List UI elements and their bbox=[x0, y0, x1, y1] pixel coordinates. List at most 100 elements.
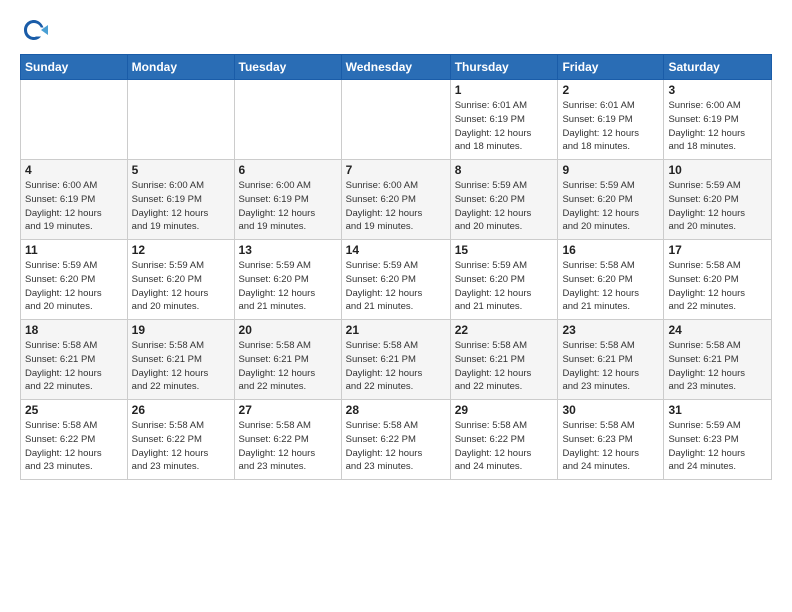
day-info: Sunrise: 5:58 AM Sunset: 6:22 PM Dayligh… bbox=[346, 419, 446, 474]
calendar-day-header: Friday bbox=[558, 55, 664, 80]
day-number: 28 bbox=[346, 403, 446, 417]
header bbox=[20, 16, 772, 44]
day-info: Sunrise: 5:58 AM Sunset: 6:21 PM Dayligh… bbox=[668, 339, 767, 394]
day-info: Sunrise: 5:59 AM Sunset: 6:20 PM Dayligh… bbox=[346, 259, 446, 314]
calendar-day-header: Saturday bbox=[664, 55, 772, 80]
day-number: 26 bbox=[132, 403, 230, 417]
day-info: Sunrise: 6:00 AM Sunset: 6:19 PM Dayligh… bbox=[25, 179, 123, 234]
day-info: Sunrise: 6:00 AM Sunset: 6:20 PM Dayligh… bbox=[346, 179, 446, 234]
calendar-table: SundayMondayTuesdayWednesdayThursdayFrid… bbox=[20, 54, 772, 480]
calendar-day-cell bbox=[234, 80, 341, 160]
day-info: Sunrise: 5:58 AM Sunset: 6:20 PM Dayligh… bbox=[562, 259, 659, 314]
day-number: 16 bbox=[562, 243, 659, 257]
calendar-day-cell: 14Sunrise: 5:59 AM Sunset: 6:20 PM Dayli… bbox=[341, 240, 450, 320]
calendar-day-cell: 23 Sunrise: 5:58 AM Sunset: 6:21 PM Dayli… bbox=[558, 320, 664, 400]
day-number: 20 bbox=[239, 323, 337, 337]
day-info: Sunrise: 5:58 AM Sunset: 6:22 PM Dayligh… bbox=[132, 419, 230, 474]
day-number: 3 bbox=[668, 83, 767, 97]
calendar-day-header: Tuesday bbox=[234, 55, 341, 80]
day-number: 30 bbox=[562, 403, 659, 417]
day-number: 13 bbox=[239, 243, 337, 257]
day-number: 9 bbox=[562, 163, 659, 177]
day-number: 17 bbox=[668, 243, 767, 257]
calendar-day-cell: 6 Sunrise: 6:00 AM Sunset: 6:19 PM Daylig… bbox=[234, 160, 341, 240]
day-number: 11 bbox=[25, 243, 123, 257]
day-number: 10 bbox=[668, 163, 767, 177]
calendar-day-cell: 1Sunrise: 6:01 AM Sunset: 6:19 PM Daylig… bbox=[450, 80, 558, 160]
day-number: 31 bbox=[668, 403, 767, 417]
calendar-day-cell: 28 Sunrise: 5:58 AM Sunset: 6:22 PM Dayli… bbox=[341, 400, 450, 480]
calendar-day-cell: 17 Sunrise: 5:58 AM Sunset: 6:20 PM Dayli… bbox=[664, 240, 772, 320]
day-info: Sunrise: 6:00 AM Sunset: 6:19 PM Dayligh… bbox=[239, 179, 337, 234]
day-number: 5 bbox=[132, 163, 230, 177]
day-number: 21 bbox=[346, 323, 446, 337]
calendar-week-row: 18 Sunrise: 5:58 AM Sunset: 6:21 PM Dayli… bbox=[21, 320, 772, 400]
calendar-day-cell: 3Sunrise: 6:00 AM Sunset: 6:19 PM Daylig… bbox=[664, 80, 772, 160]
calendar-day-cell: 7 Sunrise: 6:00 AM Sunset: 6:20 PM Daylig… bbox=[341, 160, 450, 240]
calendar-day-cell: 8 Sunrise: 5:59 AM Sunset: 6:20 PM Daylig… bbox=[450, 160, 558, 240]
day-number: 19 bbox=[132, 323, 230, 337]
calendar-day-cell bbox=[127, 80, 234, 160]
day-info: Sunrise: 5:59 AM Sunset: 6:23 PM Dayligh… bbox=[668, 419, 767, 474]
calendar-day-cell: 31 Sunrise: 5:59 AM Sunset: 6:23 PM Dayli… bbox=[664, 400, 772, 480]
day-number: 22 bbox=[455, 323, 554, 337]
calendar-day-cell: 21 Sunrise: 5:58 AM Sunset: 6:21 PM Dayli… bbox=[341, 320, 450, 400]
calendar-day-cell: 27 Sunrise: 5:58 AM Sunset: 6:22 PM Dayli… bbox=[234, 400, 341, 480]
calendar-week-row: 11 Sunrise: 5:59 AM Sunset: 6:20 PM Dayli… bbox=[21, 240, 772, 320]
calendar-day-cell: 2 Sunrise: 6:01 AM Sunset: 6:19 PM Daylig… bbox=[558, 80, 664, 160]
calendar-day-cell: 22 Sunrise: 5:58 AM Sunset: 6:21 PM Dayli… bbox=[450, 320, 558, 400]
calendar-day-cell: 19Sunrise: 5:58 AM Sunset: 6:21 PM Dayli… bbox=[127, 320, 234, 400]
day-number: 4 bbox=[25, 163, 123, 177]
day-number: 2 bbox=[562, 83, 659, 97]
day-info: Sunrise: 5:59 AM Sunset: 6:20 PM Dayligh… bbox=[455, 259, 554, 314]
day-number: 29 bbox=[455, 403, 554, 417]
calendar-day-cell: 12 Sunrise: 5:59 AM Sunset: 6:20 PM Dayli… bbox=[127, 240, 234, 320]
day-info: Sunrise: 5:58 AM Sunset: 6:21 PM Dayligh… bbox=[562, 339, 659, 394]
calendar-header-row: SundayMondayTuesdayWednesdayThursdayFrid… bbox=[21, 55, 772, 80]
logo-icon bbox=[20, 16, 48, 44]
calendar-day-cell: 4 Sunrise: 6:00 AM Sunset: 6:19 PM Daylig… bbox=[21, 160, 128, 240]
calendar-day-cell: 11Sunrise: 5:59 AM Sunset: 6:20 PM Dayli… bbox=[21, 240, 128, 320]
calendar-day-cell: 25 Sunrise: 5:58 AM Sunset: 6:22 PM Dayli… bbox=[21, 400, 128, 480]
day-info: Sunrise: 5:59 AM Sunset: 6:20 PM Dayligh… bbox=[668, 179, 767, 234]
day-number: 15 bbox=[455, 243, 554, 257]
calendar-day-cell: 18 Sunrise: 5:58 AM Sunset: 6:21 PM Dayli… bbox=[21, 320, 128, 400]
day-info: Sunrise: 5:58 AM Sunset: 6:22 PM Dayligh… bbox=[239, 419, 337, 474]
day-info: Sunrise: 5:58 AM Sunset: 6:21 PM Dayligh… bbox=[239, 339, 337, 394]
day-info: Sunrise: 5:58 AM Sunset: 6:23 PM Dayligh… bbox=[562, 419, 659, 474]
calendar-day-cell: 29Sunrise: 5:58 AM Sunset: 6:22 PM Dayli… bbox=[450, 400, 558, 480]
calendar-day-cell: 30 Sunrise: 5:58 AM Sunset: 6:23 PM Dayli… bbox=[558, 400, 664, 480]
day-number: 7 bbox=[346, 163, 446, 177]
calendar-day-cell: 26 Sunrise: 5:58 AM Sunset: 6:22 PM Dayli… bbox=[127, 400, 234, 480]
day-number: 6 bbox=[239, 163, 337, 177]
day-info: Sunrise: 5:58 AM Sunset: 6:20 PM Dayligh… bbox=[668, 259, 767, 314]
day-number: 27 bbox=[239, 403, 337, 417]
calendar-day-cell: 20 Sunrise: 5:58 AM Sunset: 6:21 PM Dayli… bbox=[234, 320, 341, 400]
day-info: Sunrise: 6:01 AM Sunset: 6:19 PM Dayligh… bbox=[562, 99, 659, 154]
calendar-day-header: Wednesday bbox=[341, 55, 450, 80]
calendar-day-header: Monday bbox=[127, 55, 234, 80]
day-info: Sunrise: 5:59 AM Sunset: 6:20 PM Dayligh… bbox=[239, 259, 337, 314]
day-info: Sunrise: 5:59 AM Sunset: 6:20 PM Dayligh… bbox=[562, 179, 659, 234]
calendar-day-cell: 5 Sunrise: 6:00 AM Sunset: 6:19 PM Daylig… bbox=[127, 160, 234, 240]
day-number: 12 bbox=[132, 243, 230, 257]
day-info: Sunrise: 5:58 AM Sunset: 6:21 PM Dayligh… bbox=[455, 339, 554, 394]
day-info: Sunrise: 6:01 AM Sunset: 6:19 PM Dayligh… bbox=[455, 99, 554, 154]
page: SundayMondayTuesdayWednesdayThursdayFrid… bbox=[0, 0, 792, 612]
day-number: 23 bbox=[562, 323, 659, 337]
day-number: 18 bbox=[25, 323, 123, 337]
calendar-week-row: 4 Sunrise: 6:00 AM Sunset: 6:19 PM Daylig… bbox=[21, 160, 772, 240]
day-number: 24 bbox=[668, 323, 767, 337]
calendar-day-cell: 15 Sunrise: 5:59 AM Sunset: 6:20 PM Dayli… bbox=[450, 240, 558, 320]
calendar-day-cell bbox=[341, 80, 450, 160]
day-info: Sunrise: 5:58 AM Sunset: 6:22 PM Dayligh… bbox=[25, 419, 123, 474]
day-info: Sunrise: 6:00 AM Sunset: 6:19 PM Dayligh… bbox=[132, 179, 230, 234]
day-info: Sunrise: 5:59 AM Sunset: 6:20 PM Dayligh… bbox=[455, 179, 554, 234]
day-number: 8 bbox=[455, 163, 554, 177]
day-info: Sunrise: 5:59 AM Sunset: 6:20 PM Dayligh… bbox=[132, 259, 230, 314]
day-info: Sunrise: 5:58 AM Sunset: 6:21 PM Dayligh… bbox=[346, 339, 446, 394]
day-number: 25 bbox=[25, 403, 123, 417]
day-info: Sunrise: 5:58 AM Sunset: 6:21 PM Dayligh… bbox=[25, 339, 123, 394]
calendar-week-row: 1Sunrise: 6:01 AM Sunset: 6:19 PM Daylig… bbox=[21, 80, 772, 160]
calendar-day-cell: 13 Sunrise: 5:59 AM Sunset: 6:20 PM Dayli… bbox=[234, 240, 341, 320]
